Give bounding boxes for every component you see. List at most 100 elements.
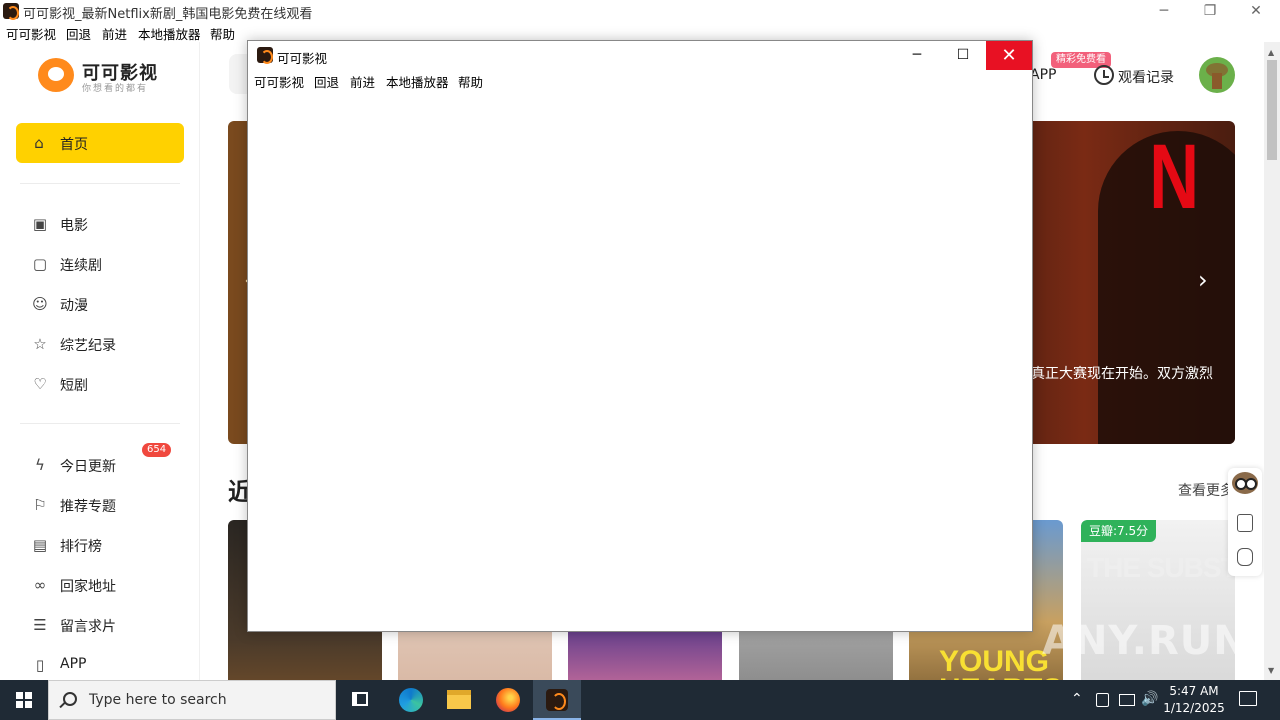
popup-title: 可可影视: [277, 51, 328, 66]
poster-title-substance: THE SUBSTANCE: [1087, 552, 1235, 583]
sidebar-item-label: 电影: [60, 218, 88, 234]
netflix-logo: N: [1149, 126, 1200, 228]
infinity-icon: ∞: [33, 576, 47, 594]
taskbar-kekeyingshi[interactable]: [533, 680, 581, 720]
edge-icon: [399, 688, 423, 712]
popup-minimize-button[interactable]: ─: [894, 41, 940, 70]
heart-icon: ♡: [33, 375, 47, 393]
sidebar-item-ranking[interactable]: ▤ 排行榜: [16, 529, 184, 561]
sidebar-item-today-updates[interactable]: ϟ 今日更新 654: [16, 443, 184, 481]
douban-score-badge: 豆瓣:7.5分: [1081, 520, 1157, 542]
sidebar-item-topics[interactable]: ⚐ 推荐专题: [16, 489, 184, 521]
home-icon: ⌂: [34, 134, 44, 152]
logo-mark-icon: [38, 58, 74, 92]
kekeyingshi-app-icon: [546, 689, 568, 711]
sidebar-item-short-drama[interactable]: ♡ 短剧: [16, 368, 184, 400]
phone-icon: ▯: [35, 656, 45, 674]
main-window-title: 可可影视_最新Netflix新剧_韩国电影免费在线观看: [23, 7, 313, 22]
clock-date[interactable]: 1/12/2025: [1150, 701, 1238, 715]
taskbar-file-explorer[interactable]: [435, 680, 483, 720]
sidebar-item-home[interactable]: ⌂ 首页: [16, 123, 184, 163]
menu-kekeyingshi[interactable]: 可可影视: [254, 72, 304, 91]
taskbar: Type here to search ⌃ 🔊 5:47 AM 1/12/202…: [0, 680, 1280, 720]
lightning-icon: ϟ: [35, 456, 45, 474]
folder-icon: [447, 690, 471, 709]
taskbar-edge[interactable]: [387, 680, 435, 720]
banner-next-arrow-icon[interactable]: ›: [1198, 267, 1214, 293]
popup-titlebar: 可可影视 ─ ☐ ✕: [248, 41, 1032, 71]
sidebar-item-movies[interactable]: ▣ 电影: [16, 208, 184, 240]
scroll-thumb[interactable]: [1267, 60, 1277, 160]
sidebar-item-label: 首页: [60, 137, 88, 153]
sidebar-item-label: 排行榜: [60, 539, 102, 555]
menu-local-player[interactable]: 本地播放器: [386, 72, 449, 91]
menu-local-player[interactable]: 本地播放器: [138, 24, 201, 43]
flag-icon: ⚐: [33, 496, 47, 514]
menu-back[interactable]: 回退: [66, 24, 91, 43]
sidebar-item-label: 综艺纪录: [60, 338, 116, 354]
anime-icon: ☺: [32, 295, 48, 313]
menu-help[interactable]: 帮助: [210, 24, 235, 43]
popup-menubar: 可可影视 回退 前进 本地播放器 帮助: [248, 71, 1032, 91]
star-icon: ☆: [33, 335, 47, 353]
banner-caption: 真正大赛现在开始。双方激烈: [1031, 366, 1213, 382]
sidebar-item-anime[interactable]: ☺ 动漫: [16, 288, 184, 320]
sidebar-item-label: 推荐专题: [60, 499, 116, 515]
sidebar: 可可影视 你想看的都有 ⌂ 首页 ▣ 电影 ▢ 连续剧 ☺ 动漫 ☆ 综艺纪录 …: [0, 42, 200, 680]
sidebar-item-label: 动漫: [60, 298, 88, 314]
menu-kekeyingshi[interactable]: 可可影视: [6, 24, 56, 43]
main-menubar: 可可影视 回退 前进 本地播放器 帮助: [0, 22, 1280, 42]
task-view-button[interactable]: [336, 680, 384, 720]
clock-time[interactable]: 5:47 AM: [1150, 684, 1238, 698]
sidebar-item-request[interactable]: ☰ 留言求片: [16, 609, 184, 641]
sidebar-item-label: APP: [60, 656, 87, 672]
see-more-link[interactable]: 查看更多: [1178, 480, 1234, 500]
tray-chevron-icon[interactable]: ⌃: [1071, 691, 1083, 707]
chat-icon[interactable]: [1237, 548, 1253, 566]
scroll-up-icon[interactable]: ▲: [1268, 48, 1274, 57]
windows-logo-icon: [16, 692, 32, 708]
notification-icon[interactable]: [1239, 691, 1257, 706]
sidebar-item-home-address[interactable]: ∞ 回家地址: [16, 569, 184, 601]
taskbar-search-box[interactable]: Type here to search: [48, 680, 336, 720]
menu-forward[interactable]: 前进: [102, 24, 127, 43]
kekeyingshi-app-icon: [3, 3, 19, 20]
floating-toolbar: [1228, 468, 1262, 576]
menu-help[interactable]: 帮助: [458, 72, 483, 91]
close-button[interactable]: ✕: [1233, 0, 1279, 22]
movie-icon: ▣: [32, 215, 48, 233]
sidebar-item-label: 回家地址: [60, 579, 116, 595]
clock-icon: [1094, 65, 1114, 85]
sidebar-item-variety[interactable]: ☆ 综艺纪录: [16, 328, 184, 360]
sidebar-item-series[interactable]: ▢ 连续剧: [16, 248, 184, 280]
menu-back[interactable]: 回退: [314, 72, 339, 91]
popup-close-button[interactable]: ✕: [986, 41, 1032, 70]
owl-mascot-icon[interactable]: [1232, 472, 1258, 494]
update-count-badge: 654: [142, 443, 172, 457]
sidebar-item-label: 今日更新: [60, 459, 116, 475]
avatar[interactable]: [1199, 57, 1235, 93]
site-logo[interactable]: 可可影视 你想看的都有: [38, 56, 158, 96]
popup-maximize-button[interactable]: ☐: [940, 41, 986, 70]
start-button[interactable]: [0, 680, 48, 720]
network-icon[interactable]: [1119, 694, 1135, 706]
popup-window: 可可影视 ─ ☐ ✕ 可可影视 回退 前进 本地播放器 帮助: [247, 40, 1033, 632]
scroll-down-icon[interactable]: ▼: [1268, 666, 1274, 675]
app-download-link[interactable]: APP: [1030, 67, 1056, 83]
tv-icon: ▢: [32, 255, 48, 273]
logo-slogan: 你想看的都有: [82, 84, 149, 94]
menu-forward[interactable]: 前进: [350, 72, 375, 91]
anyrun-watermark: ANY.RUN: [1042, 618, 1248, 664]
sidebar-item-label: 连续剧: [60, 258, 102, 274]
restore-button[interactable]: ❐: [1187, 0, 1233, 22]
taskbar-firefox[interactable]: [484, 680, 532, 720]
sidebar-divider: [20, 183, 180, 184]
phone-icon[interactable]: [1237, 514, 1253, 532]
task-view-icon: [352, 692, 368, 706]
device-icon[interactable]: [1096, 693, 1109, 707]
search-icon: [63, 692, 77, 706]
sidebar-item-app[interactable]: ▯ APP: [16, 649, 184, 680]
page-scrollbar[interactable]: ▲ ▼: [1264, 42, 1280, 680]
minimize-button[interactable]: ─: [1141, 0, 1187, 22]
message-icon: ☰: [33, 616, 47, 634]
